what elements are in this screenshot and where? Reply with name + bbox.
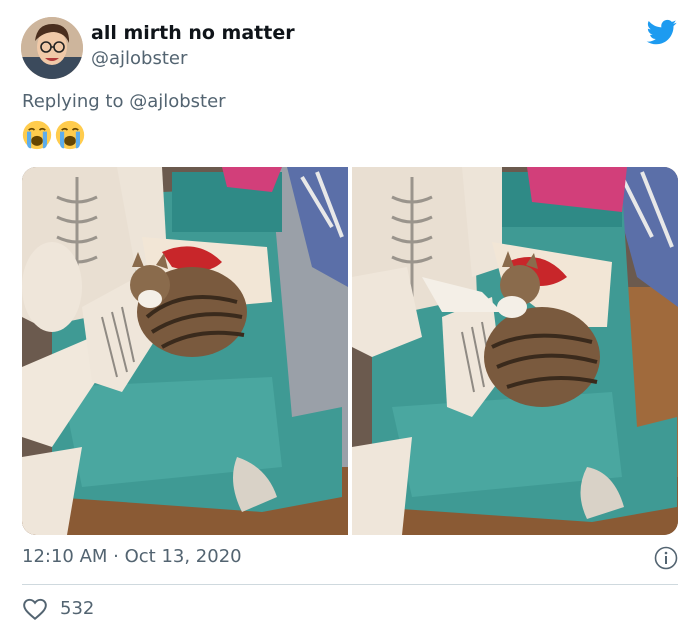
tweet-timestamp[interactable]: 12:10 AM · Oct 13, 2020	[22, 546, 242, 567]
loudly-crying-face-icon	[22, 120, 52, 150]
cat-on-armchair-image	[22, 167, 348, 535]
photo-2[interactable]	[352, 167, 678, 535]
media-grid	[22, 167, 678, 535]
info-icon[interactable]	[654, 546, 678, 570]
author-display-name[interactable]: all mirth no matter	[91, 22, 295, 44]
photo-1[interactable]	[22, 167, 348, 535]
like-count[interactable]: 532	[60, 598, 94, 619]
person-avatar-icon	[21, 17, 83, 79]
tweet-card: all mirth no matter @ajlobster Replying …	[0, 0, 700, 638]
twitter-bird-icon[interactable]	[645, 17, 679, 47]
divider	[22, 584, 678, 585]
reply-handle-link[interactable]: @ajlobster	[129, 91, 225, 112]
cat-stretching-on-armchair-image	[352, 167, 678, 535]
reply-context: Replying to @ajlobster	[22, 91, 226, 112]
tweet-text	[22, 120, 88, 152]
heart-icon[interactable]	[22, 596, 48, 622]
loudly-crying-face-icon	[55, 120, 85, 150]
avatar[interactable]	[21, 17, 83, 79]
reply-prefix: Replying to	[22, 91, 130, 112]
author-handle[interactable]: @ajlobster	[91, 48, 187, 69]
